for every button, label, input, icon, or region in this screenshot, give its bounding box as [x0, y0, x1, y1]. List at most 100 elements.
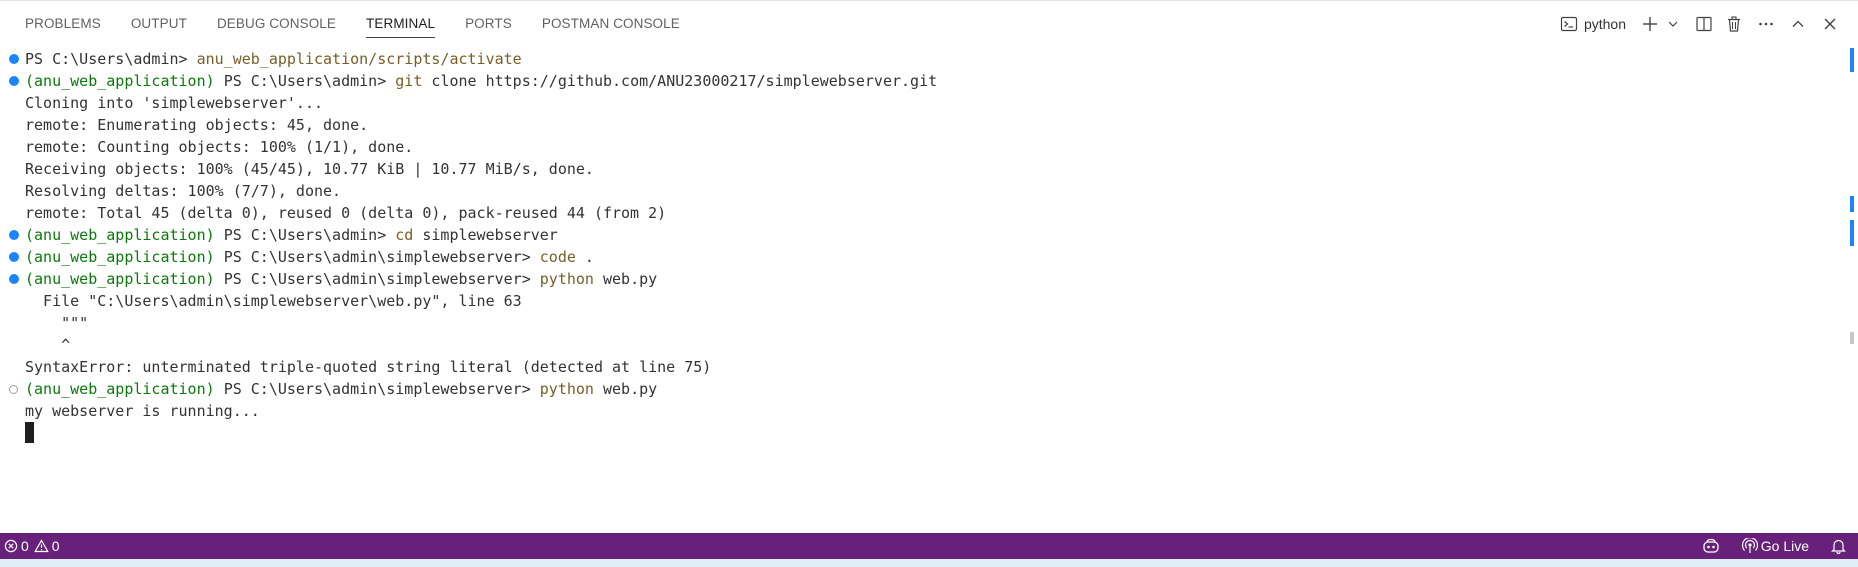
command-decoration-icon[interactable] — [9, 230, 19, 240]
terminal-line: (anu_web_application) PS C:\Users\admin\… — [0, 378, 1840, 400]
broadcast-icon — [1741, 538, 1758, 553]
more-icon — [1759, 22, 1773, 25]
terminal-name: python — [1583, 15, 1626, 32]
go-live-label: Go Live — [1760, 538, 1809, 554]
bell-icon — [1831, 539, 1846, 554]
panel-header: PROBLEMS OUTPUT DEBUG CONSOLE TERMINAL PORTS… — [0, 0, 1858, 45]
close-panel-button[interactable] — [1816, 10, 1844, 38]
terminal-text: SyntaxError: unterminated triple-quoted … — [25, 358, 712, 376]
terminal-text: PS C:\Users\admin\simplewebserver> — [223, 380, 540, 398]
terminal-scrollbar[interactable] — [1840, 48, 1858, 528]
venv-prefix: (anu_web_application) — [25, 380, 224, 398]
command-name: code — [539, 248, 576, 266]
trash-icon — [1728, 15, 1740, 32]
copilot-status[interactable] — [1700, 538, 1722, 554]
terminal-line: PS C:\Users\admin> anu_web_application/s… — [0, 48, 1840, 70]
terminal-text: PS C:\Users\admin\simplewebserver> — [223, 270, 540, 288]
ruler-mark — [1850, 196, 1854, 212]
terminal-output[interactable]: PS C:\Users\admin> anu_web_application/s… — [0, 48, 1840, 528]
terminal-text: web.py — [593, 270, 658, 288]
new-terminal-button[interactable] — [1636, 10, 1664, 38]
terminal-line: (anu_web_application) PS C:\Users\admin\… — [0, 268, 1840, 290]
command-decoration-hollow-icon[interactable] — [9, 385, 18, 394]
command-decoration-icon[interactable] — [9, 54, 19, 64]
maximize-panel-icon — [1792, 20, 1804, 27]
terminal-cursor — [25, 422, 34, 443]
command-name: python — [539, 270, 594, 288]
warning-icon — [33, 539, 49, 553]
tab-problems[interactable]: PROBLEMS — [25, 1, 101, 46]
terminal-text: Cloning into 'simplewebserver'... — [25, 94, 324, 112]
terminal-text: PS C:\Users\admin\simplewebserver> — [223, 248, 540, 266]
terminal-line: """ — [0, 312, 1840, 334]
panel-tabs: PROBLEMS OUTPUT DEBUG CONSOLE TERMINAL PORTS… — [0, 1, 710, 46]
tab-postman-console[interactable]: POSTMAN CONSOLE — [542, 1, 680, 46]
terminal-text: Resolving deltas: 100% (7/7), done. — [25, 182, 342, 200]
split-terminal-icon — [1696, 16, 1712, 31]
more-actions-button[interactable] — [1752, 10, 1780, 38]
terminal-line: Receiving objects: 100% (45/45), 10.77 K… — [0, 158, 1840, 180]
tab-output[interactable]: OUTPUT — [131, 1, 187, 46]
terminal-text: File "C:\Users\admin\simplewebserver\web… — [25, 292, 522, 310]
terminal-line: remote: Total 45 (delta 0), reused 0 (de… — [0, 202, 1840, 224]
command-decoration-icon[interactable] — [9, 252, 19, 262]
terminal-text: Receiving objects: 100% (45/45), 10.77 K… — [25, 160, 594, 178]
terminal-text: web.py — [593, 380, 658, 398]
new-terminal-icon — [1643, 16, 1657, 31]
terminal-text: simplewebserver — [413, 226, 558, 244]
terminal-text: """ — [25, 314, 89, 332]
terminal-line: Cloning into 'simplewebserver'... — [0, 92, 1840, 114]
problems-status[interactable]: 0 0 — [2, 538, 62, 554]
status-bar: 0 0 Go Live — [0, 533, 1858, 559]
command-decoration-icon[interactable] — [9, 76, 19, 86]
venv-prefix: (anu_web_application) — [25, 248, 224, 266]
error-count: 0 — [21, 538, 29, 554]
venv-prefix: (anu_web_application) — [25, 72, 224, 90]
terminal-cursor-line — [0, 422, 1840, 444]
taskbar-edge — [0, 559, 1858, 567]
tab-terminal[interactable]: TERMINAL — [366, 1, 436, 46]
ruler-mark — [1850, 332, 1854, 344]
terminal-icon — [1560, 16, 1578, 31]
go-live-button[interactable]: Go Live — [1740, 538, 1811, 554]
terminal-line: SyntaxError: unterminated triple-quoted … — [0, 356, 1840, 378]
terminal-line: remote: Counting objects: 100% (1/1), do… — [0, 136, 1840, 158]
terminal-text: . — [575, 248, 594, 266]
close-icon — [1824, 18, 1836, 29]
command-decoration-icon[interactable] — [9, 274, 19, 284]
terminal-text: my webserver is running... — [25, 402, 260, 420]
command-name: git — [395, 72, 423, 90]
launch-profile-button[interactable] — [1666, 10, 1680, 38]
terminal-text: clone https://github.com/ANU23000217/sim… — [422, 72, 938, 90]
terminal-text: PS C:\Users\admin> — [223, 226, 396, 244]
split-terminal-button[interactable] — [1690, 10, 1718, 38]
terminal-text: PS C:\Users\admin> — [223, 72, 396, 90]
copilot-icon — [1703, 538, 1719, 553]
terminal-line: ^ — [0, 334, 1840, 356]
terminal-line: remote: Enumerating objects: 45, done. — [0, 114, 1840, 136]
chevron-down-icon — [1668, 21, 1678, 27]
terminal-line: Resolving deltas: 100% (7/7), done. — [0, 180, 1840, 202]
terminal-line: (anu_web_application) PS C:\Users\admin>… — [0, 224, 1840, 246]
warning-count: 0 — [51, 538, 60, 554]
terminal-line: (anu_web_application) PS C:\Users\admin\… — [0, 246, 1840, 268]
command-name: cd — [395, 226, 414, 244]
venv-prefix: (anu_web_application) — [25, 270, 224, 288]
venv-prefix: (anu_web_application) — [25, 226, 224, 244]
terminal-text: remote: Enumerating objects: 45, done. — [25, 116, 369, 134]
terminal-text: ^ — [25, 336, 71, 354]
terminal-text: PS C:\Users\admin> — [25, 50, 197, 68]
terminal-text: remote: Counting objects: 100% (1/1), do… — [25, 138, 414, 156]
maximize-panel-button[interactable] — [1784, 10, 1812, 38]
tab-debug-console[interactable]: DEBUG CONSOLE — [217, 1, 336, 46]
terminal-line: File "C:\Users\admin\simplewebserver\web… — [0, 290, 1840, 312]
ruler-mark — [1850, 234, 1854, 246]
command-name: anu_web_application/scripts/activate — [196, 50, 522, 68]
panel-actions: python — [1554, 1, 1844, 46]
tab-ports[interactable]: PORTS — [465, 1, 512, 46]
terminal-selector[interactable]: python — [1556, 10, 1630, 38]
vscode-panel: PROBLEMS OUTPUT DEBUG CONSOLE TERMINAL PORTS… — [0, 0, 1858, 567]
notifications-button[interactable] — [1829, 538, 1848, 554]
kill-terminal-button[interactable] — [1720, 10, 1748, 38]
error-icon — [4, 539, 18, 553]
